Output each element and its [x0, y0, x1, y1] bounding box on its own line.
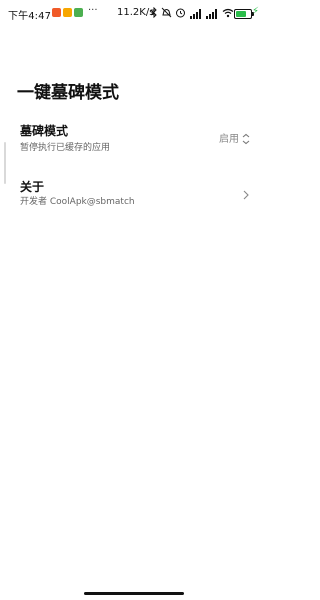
charging-icon: ⚡: [252, 6, 260, 17]
notification-app-icon-1: [52, 8, 61, 17]
mute-icon: [161, 7, 172, 21]
network-speed: 11.2K/s: [117, 7, 155, 18]
signal-icon-1: [189, 9, 202, 19]
notification-app-icon-3: [74, 8, 83, 17]
item-subtitle: 暂停执行已缓存的应用: [20, 143, 111, 153]
status-bar: 下午4:47 ··· 11.2K/s ⚡: [0, 0, 267, 26]
signal-icon-2: [205, 9, 218, 19]
screen: 下午4:47 ··· 11.2K/s ⚡ 一键墓碑模式 墓碑模式 暂停执行已缓存…: [0, 0, 267, 600]
more-notifications-icon: ···: [88, 5, 98, 16]
item-title: 关于: [20, 180, 45, 194]
status-time: 下午4:47: [8, 11, 52, 22]
about-item[interactable]: 关于 开发者 CoolApk@sbmatch: [0, 178, 267, 216]
notification-app-icon-2: [63, 8, 72, 17]
dropdown-updown-icon[interactable]: [242, 130, 250, 145]
home-indicator[interactable]: [84, 592, 184, 595]
item-subtitle: 开发者 CoolApk@sbmatch: [20, 197, 135, 207]
bluetooth-icon: [150, 6, 158, 21]
tombstone-mode-item[interactable]: 墓碑模式 暂停执行已缓存的应用 启用: [0, 122, 267, 160]
item-title: 墓碑模式: [20, 124, 69, 138]
battery-icon: [234, 9, 254, 19]
chevron-right-icon: [243, 185, 249, 204]
page-title: 一键墓碑模式: [17, 83, 119, 103]
alarm-icon: [175, 7, 186, 21]
tombstone-mode-value[interactable]: 启用: [219, 130, 239, 145]
status-icons: [150, 6, 234, 21]
wifi-icon: [222, 8, 234, 21]
battery-fill: [236, 11, 246, 17]
